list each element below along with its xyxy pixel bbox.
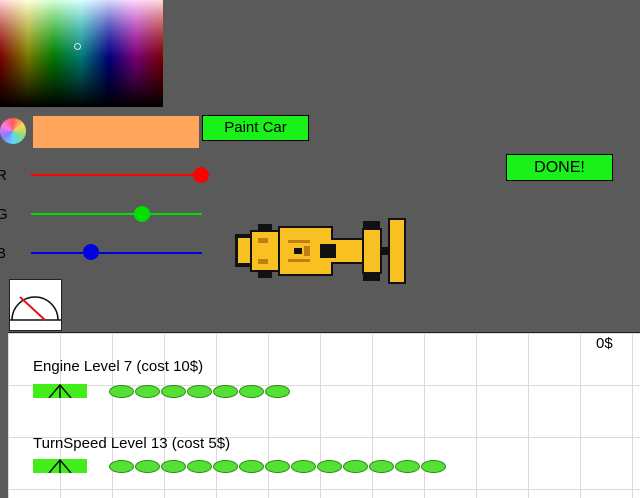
color-wheel-icon[interactable] xyxy=(0,118,26,144)
turnspeed-upgrade-label: TurnSpeed Level 13 (cost 5$) xyxy=(33,435,231,452)
level-pip xyxy=(161,460,186,473)
level-pip xyxy=(239,460,264,473)
level-pip xyxy=(265,460,290,473)
engine-upgrade-label: Engine Level 7 (cost 10$) xyxy=(33,358,204,375)
level-pip xyxy=(109,385,134,398)
level-pip xyxy=(213,460,238,473)
level-pip xyxy=(187,460,212,473)
color-picker-gradient[interactable] xyxy=(0,0,163,107)
paint-car-button[interactable]: Paint Car xyxy=(202,115,309,141)
level-pip xyxy=(343,460,368,473)
level-pip xyxy=(265,385,290,398)
level-pip xyxy=(239,385,264,398)
done-button[interactable]: DONE! xyxy=(506,154,613,181)
race-car-sprite xyxy=(235,218,406,284)
slider-red-track[interactable] xyxy=(31,174,202,176)
slider-green-track[interactable] xyxy=(31,213,202,215)
upgrade-arrow-icon xyxy=(48,383,72,399)
money-display: 0$ xyxy=(596,335,613,352)
selected-color-swatch xyxy=(33,116,199,148)
color-picker-cursor[interactable] xyxy=(74,43,81,50)
turnspeed-level-pips xyxy=(109,460,446,473)
level-pip xyxy=(187,385,212,398)
level-pip xyxy=(213,385,238,398)
slider-blue-track[interactable] xyxy=(31,252,202,254)
slider-blue-label: B xyxy=(0,245,7,262)
level-pip xyxy=(421,460,446,473)
slider-red-thumb[interactable] xyxy=(193,167,209,183)
slider-green-thumb[interactable] xyxy=(134,206,151,222)
speedometer-icon xyxy=(10,296,61,321)
level-pip xyxy=(161,385,186,398)
slider-green-label: G xyxy=(0,206,8,223)
upgrade-arrow-icon xyxy=(48,458,72,474)
engine-level-pips xyxy=(109,385,290,398)
level-pip xyxy=(109,460,134,473)
slider-red-label: R xyxy=(0,167,7,184)
speedometer-gauge xyxy=(9,279,62,331)
level-pip xyxy=(291,460,316,473)
slider-blue-thumb[interactable] xyxy=(82,244,99,260)
engine-upgrade-button[interactable] xyxy=(33,383,87,399)
upgrade-panel xyxy=(8,332,640,498)
level-pip xyxy=(395,460,420,473)
level-pip xyxy=(369,460,394,473)
level-pip xyxy=(135,385,160,398)
level-pip xyxy=(135,460,160,473)
turnspeed-upgrade-button[interactable] xyxy=(33,458,87,474)
level-pip xyxy=(317,460,342,473)
